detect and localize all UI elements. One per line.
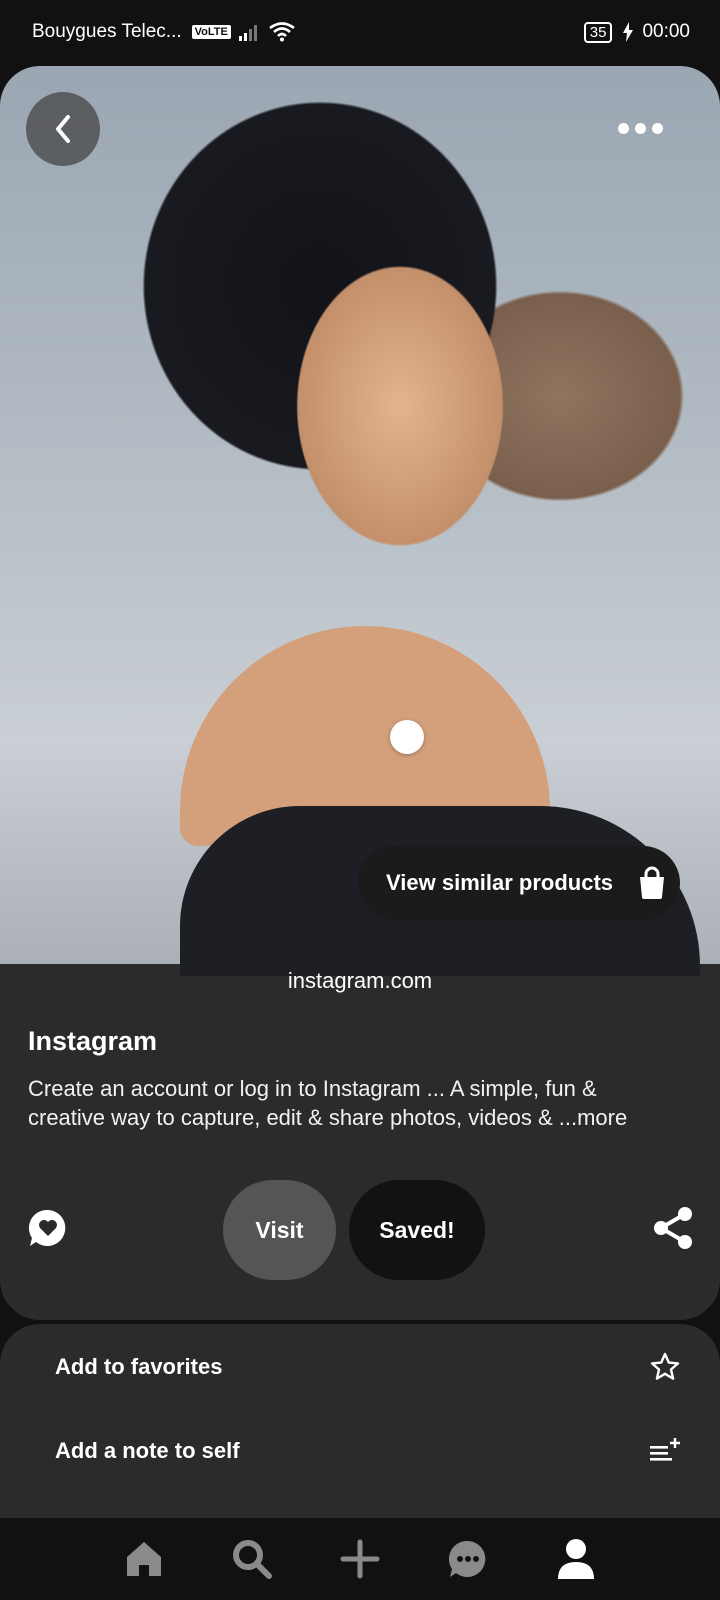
pin-title: Instagram — [28, 1026, 158, 1056]
saved-button[interactable]: Saved! — [349, 1180, 485, 1280]
pin-image[interactable]: View similar products — [0, 66, 720, 976]
volte-badge: VoLTE — [191, 25, 231, 39]
pin-actions-sheet: Add to favorites Add a note to self — [0, 1324, 720, 1524]
view-similar-products-button[interactable]: View similar products — [358, 846, 680, 920]
status-bar: Bouygues Telec... VoLTE 35 00:00 — [0, 0, 720, 64]
product-tag-dot[interactable] — [390, 720, 424, 754]
nav-search[interactable] — [198, 1518, 306, 1600]
source-link[interactable]: instagram.com — [0, 968, 720, 994]
visit-button[interactable]: Visit — [223, 1180, 336, 1280]
profile-icon — [558, 1539, 594, 1579]
more-dots-icon — [634, 122, 646, 134]
messages-icon — [448, 1540, 486, 1577]
add-note-label: Add a note to self — [55, 1438, 240, 1463]
nav-home[interactable] — [90, 1518, 198, 1600]
comment-button[interactable] — [28, 1208, 68, 1248]
comment-heart-icon — [28, 1209, 66, 1246]
charging-icon — [623, 22, 634, 42]
search-icon — [233, 1540, 272, 1579]
home-icon — [127, 1542, 161, 1576]
more-options-button[interactable] — [608, 106, 672, 150]
battery-indicator: 35 — [583, 21, 613, 43]
similar-products-label: View similar products — [386, 870, 614, 895]
pin-card: View similar products instagram.com Inst… — [0, 66, 720, 1320]
carrier-name: Bouygues Telec... — [32, 21, 182, 42]
signal-icon — [238, 25, 257, 41]
status-right: 35 00:00 — [583, 21, 690, 43]
chevron-left-icon — [56, 115, 70, 143]
add-to-favorites-item[interactable]: Add to favorites — [0, 1332, 720, 1402]
share-button[interactable] — [652, 1206, 694, 1250]
bottom-navigation — [0, 1518, 720, 1600]
nav-messages[interactable] — [414, 1518, 522, 1600]
nav-create[interactable] — [306, 1518, 414, 1600]
pin-detail-screen: Bouygues Telec... VoLTE 35 00:00 View si… — [0, 0, 720, 1600]
more-dots-icon — [651, 122, 663, 134]
pin-action-row: Visit Saved! — [0, 1178, 720, 1280]
back-button[interactable] — [26, 92, 100, 166]
note-add-icon — [650, 1438, 680, 1461]
shopping-bag-icon — [640, 866, 665, 899]
more-dots-icon — [617, 122, 629, 134]
status-left: Bouygues Telec... VoLTE — [32, 21, 295, 43]
star-outline-icon — [650, 1352, 680, 1380]
add-to-favorites-label: Add to favorites — [55, 1354, 223, 1379]
nav-profile[interactable] — [522, 1518, 630, 1600]
plus-icon — [340, 1539, 380, 1579]
add-note-to-self-item[interactable]: Add a note to self — [0, 1416, 720, 1486]
pin-description[interactable]: Create an account or log in to Instagram… — [28, 1074, 678, 1132]
clock: 00:00 — [642, 21, 690, 42]
wifi-icon — [269, 22, 295, 42]
share-icon — [654, 1207, 692, 1249]
